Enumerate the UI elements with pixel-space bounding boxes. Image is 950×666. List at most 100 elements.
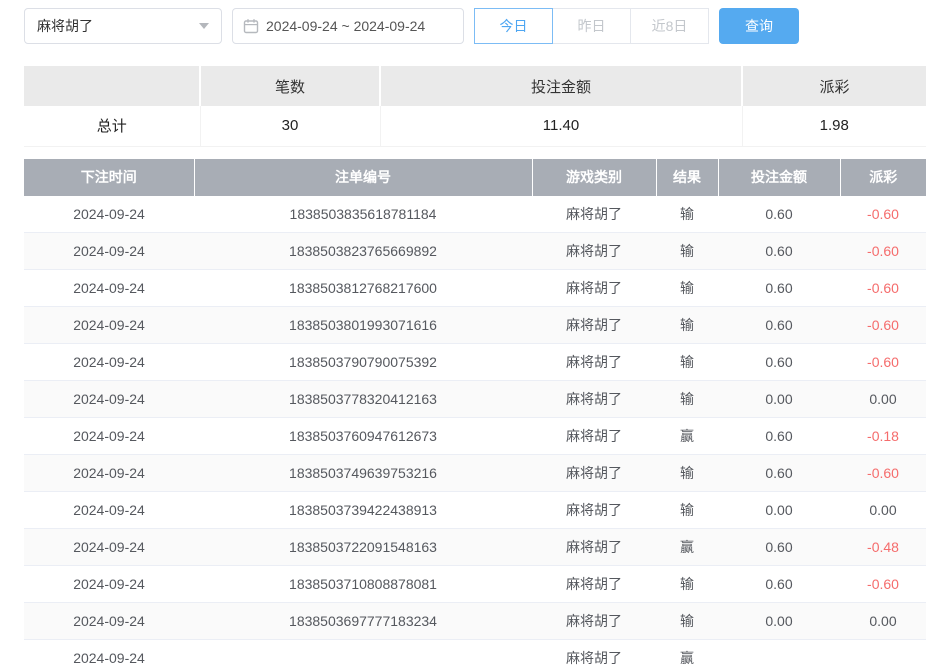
cell-payout: -0.60: [840, 455, 926, 492]
cell-bet-time: 2024-09-24: [24, 640, 194, 666]
cell-game-type: 麻将胡了: [532, 344, 656, 381]
bet-table-header-row: 下注时间 注单编号 游戏类别 结果 投注金额 派彩: [24, 159, 926, 196]
game-select[interactable]: 麻将胡了: [24, 8, 222, 44]
cell-bet-amount: 0.00: [718, 603, 840, 640]
summary-header-empty: [24, 66, 200, 106]
cell-bet-time: 2024-09-24: [24, 344, 194, 381]
table-row: 2024-09-241838503835618781184麻将胡了输0.60-0…: [24, 196, 926, 233]
header-bet-id: 注单编号: [194, 159, 532, 196]
bet-table-container: 下注时间 注单编号 游戏类别 结果 投注金额 派彩 2024-09-241838…: [24, 159, 926, 666]
cell-bet-id: 1838503697777183234: [194, 603, 532, 640]
cell-result: 输: [656, 307, 718, 344]
cell-game-type: 麻将胡了: [532, 418, 656, 455]
cell-payout: -0.60: [840, 307, 926, 344]
header-game-type: 游戏类别: [532, 159, 656, 196]
cell-result: 输: [656, 566, 718, 603]
cell-game-type: 麻将胡了: [532, 529, 656, 566]
summary-header-payout: 派彩: [742, 66, 926, 106]
cell-result: 输: [656, 455, 718, 492]
summary-header-bet-amount: 投注金额: [380, 66, 742, 106]
cell-result: 输: [656, 344, 718, 381]
cell-bet-time: 2024-09-24: [24, 307, 194, 344]
summary-total-row: 总计 30 11.40 1.98: [24, 106, 926, 146]
bet-table-body: 2024-09-241838503835618781184麻将胡了输0.60-0…: [24, 196, 926, 666]
cell-game-type: 麻将胡了: [532, 566, 656, 603]
cell-game-type: 麻将胡了: [532, 492, 656, 529]
summary-header-count: 笔数: [200, 66, 380, 106]
last-8-days-button[interactable]: 近8日: [630, 8, 709, 44]
cell-bet-amount: 0.60: [718, 307, 840, 344]
table-row: 2024-09-241838503760947612673麻将胡了赢0.60-0…: [24, 418, 926, 455]
cell-bet-id: 1838503722091548163: [194, 529, 532, 566]
cell-bet-time: 2024-09-24: [24, 381, 194, 418]
cell-payout: 0.00: [840, 381, 926, 418]
cell-game-type: 麻将胡了: [532, 455, 656, 492]
cell-bet-amount: 0.60: [718, 455, 840, 492]
cell-result: 赢: [656, 418, 718, 455]
cell-bet-amount: 0.00: [718, 381, 840, 418]
cell-bet-id: 1838503778320412163: [194, 381, 532, 418]
cell-bet-time: 2024-09-24: [24, 603, 194, 640]
cell-game-type: 麻将胡了: [532, 270, 656, 307]
cell-payout: -0.18: [840, 418, 926, 455]
cell-bet-id: 1838503823765669892: [194, 233, 532, 270]
yesterday-button[interactable]: 昨日: [552, 8, 631, 44]
cell-bet-amount: 0.60: [718, 529, 840, 566]
table-row: 2024-09-241838503801993071616麻将胡了输0.60-0…: [24, 307, 926, 344]
cell-bet-amount: 0.60: [718, 344, 840, 381]
cell-bet-amount: 0.60: [718, 566, 840, 603]
cell-game-type: 麻将胡了: [532, 233, 656, 270]
summary-total-label: 总计: [24, 106, 200, 146]
cell-payout: -0.60: [840, 566, 926, 603]
summary-payout-value: 1.98: [742, 106, 926, 146]
cell-result: 输: [656, 492, 718, 529]
calendar-icon: [243, 18, 259, 34]
cell-bet-time: 2024-09-24: [24, 529, 194, 566]
bet-records-page: 麻将胡了 2024-09-24 ~ 2024-09-24 今日 昨日 近8日 查…: [0, 0, 950, 666]
cell-bet-id: 1838503790790075392: [194, 344, 532, 381]
cell-bet-amount: 0.00: [718, 492, 840, 529]
cell-bet-time: 2024-09-24: [24, 566, 194, 603]
cell-payout: [840, 640, 926, 666]
cell-bet-amount: 0.60: [718, 270, 840, 307]
table-row: 2024-09-241838503722091548163麻将胡了赢0.60-0…: [24, 529, 926, 566]
cell-bet-time: 2024-09-24: [24, 233, 194, 270]
bet-table: 下注时间 注单编号 游戏类别 结果 投注金额 派彩 2024-09-241838…: [24, 159, 926, 666]
cell-bet-id: 1838503739422438913: [194, 492, 532, 529]
table-row: 2024-09-241838503697777183234麻将胡了输0.000.…: [24, 603, 926, 640]
cell-result: 输: [656, 381, 718, 418]
cell-bet-time: 2024-09-24: [24, 270, 194, 307]
cell-bet-amount: 0.60: [718, 233, 840, 270]
summary-bet-amount-value: 11.40: [380, 106, 742, 146]
cell-payout: -0.60: [840, 270, 926, 307]
header-payout: 派彩: [840, 159, 926, 196]
cell-game-type: 麻将胡了: [532, 640, 656, 666]
cell-result: 输: [656, 233, 718, 270]
cell-bet-id: 1838503812768217600: [194, 270, 532, 307]
cell-bet-id: 1838503710808878081: [194, 566, 532, 603]
header-bet-amount: 投注金额: [718, 159, 840, 196]
header-result: 结果: [656, 159, 718, 196]
cell-payout: 0.00: [840, 492, 926, 529]
summary-count-value: 30: [200, 106, 380, 146]
quick-date-buttons: 今日 昨日 近8日: [474, 8, 709, 44]
date-range-value: 2024-09-24 ~ 2024-09-24: [266, 18, 425, 34]
cell-game-type: 麻将胡了: [532, 307, 656, 344]
cell-payout: -0.60: [840, 344, 926, 381]
cell-payout: -0.48: [840, 529, 926, 566]
cell-game-type: 麻将胡了: [532, 381, 656, 418]
cell-result: 赢: [656, 529, 718, 566]
cell-bet-amount: 0.60: [718, 196, 840, 233]
summary-header-row: 笔数 投注金额 派彩: [24, 66, 926, 106]
cell-payout: -0.60: [840, 233, 926, 270]
cell-result: 输: [656, 196, 718, 233]
today-button[interactable]: 今日: [474, 8, 553, 44]
header-bet-time: 下注时间: [24, 159, 194, 196]
table-row: 2024-09-241838503710808878081麻将胡了输0.60-0…: [24, 566, 926, 603]
query-button[interactable]: 查询: [719, 8, 799, 44]
filter-toolbar: 麻将胡了 2024-09-24 ~ 2024-09-24 今日 昨日 近8日 查…: [24, 8, 926, 44]
summary-table: 笔数 投注金额 派彩 总计 30 11.40 1.98: [24, 66, 926, 147]
cell-bet-time: 2024-09-24: [24, 455, 194, 492]
date-range-picker[interactable]: 2024-09-24 ~ 2024-09-24: [232, 8, 464, 44]
cell-bet-time: 2024-09-24: [24, 418, 194, 455]
